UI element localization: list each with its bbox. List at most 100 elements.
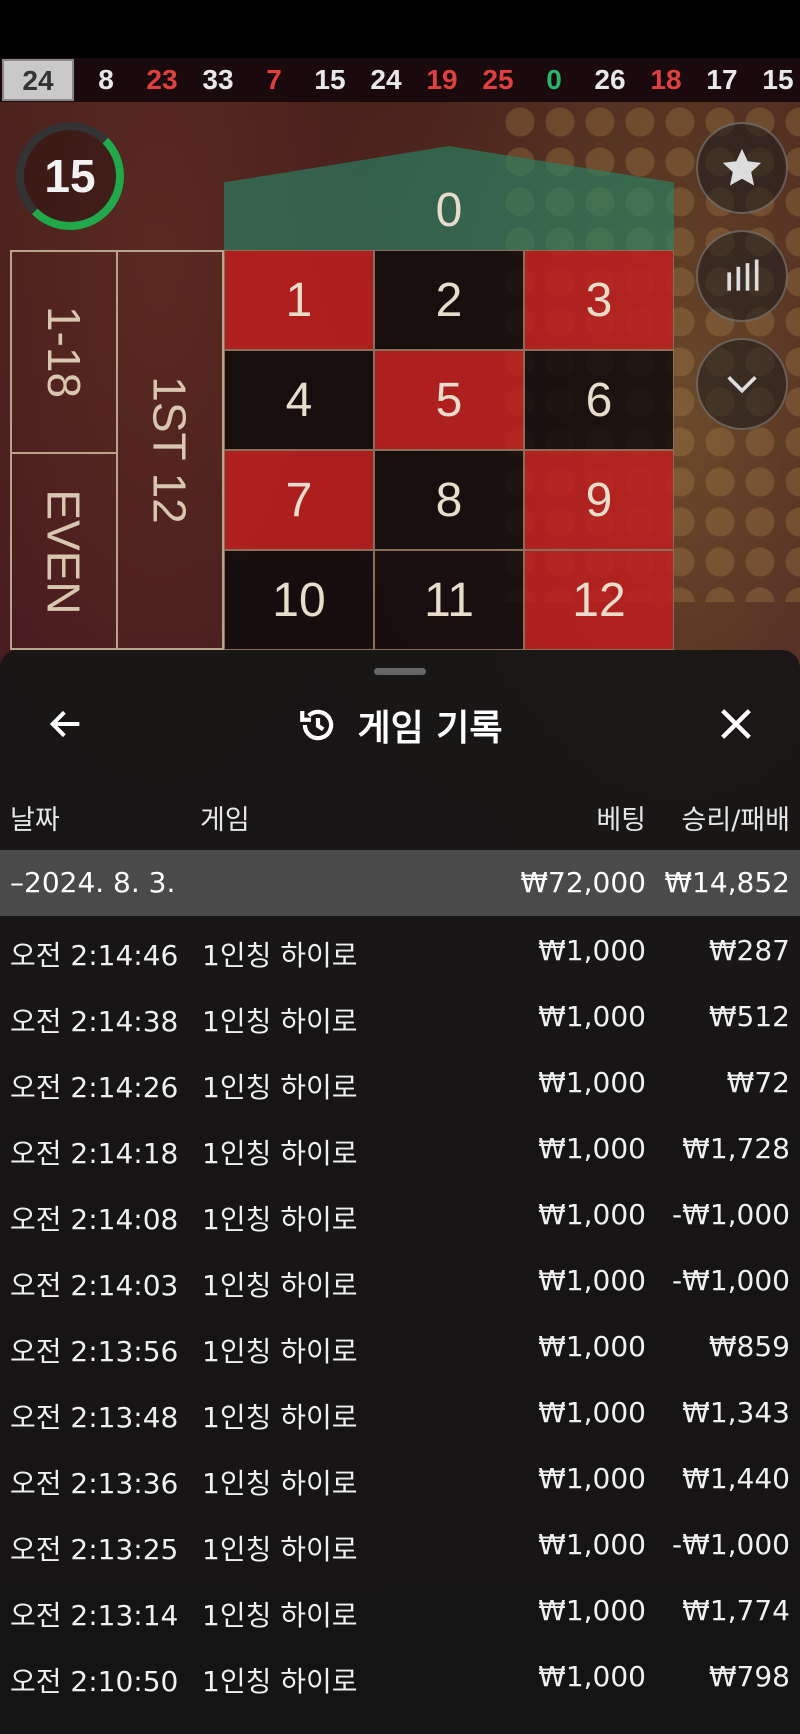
- history-result: 15: [314, 64, 346, 95]
- game-history-sheet: 게임 기록 날짜 게임 베팅 승리/패배 –2024. 8. 3. ₩72,00…: [0, 650, 800, 1734]
- history-row[interactable]: 오전 2:13:14 1인칭 하이로 ₩1,000 ₩1,774: [0, 1576, 800, 1642]
- sheet-title-text: 게임 기록: [357, 708, 503, 749]
- bet-number-cell[interactable]: 5: [374, 350, 524, 450]
- bet-even[interactable]: EVEN: [12, 452, 116, 652]
- history-row[interactable]: 오전 2:14:46 1인칭 하이로 ₩1,000 ₩287: [0, 916, 800, 982]
- row-result: ₩1,440: [682, 1462, 790, 1495]
- row-bet: ₩1,000: [538, 1264, 646, 1297]
- bet-number-cell[interactable]: 1: [224, 250, 374, 350]
- row-bet: ₩1,000: [538, 1594, 646, 1627]
- date-group-date: –2024. 8. 3.: [10, 866, 176, 899]
- row-result: ₩72: [726, 1066, 790, 1099]
- sheet-drag-handle[interactable]: [374, 668, 426, 675]
- row-bet: ₩1,000: [538, 1198, 646, 1231]
- row-result: ₩287: [708, 934, 790, 967]
- latest-result: 24: [2, 59, 74, 101]
- bet-1st-12[interactable]: 1ST 12: [118, 250, 224, 650]
- bet-number-cell[interactable]: 10: [224, 550, 374, 650]
- row-bet: ₩1,000: [538, 1660, 646, 1693]
- history-row[interactable]: 오전 2:10:50 1인칭 하이로 ₩1,000 ₩798: [0, 1642, 800, 1708]
- row-result: ₩1,728: [682, 1132, 790, 1165]
- bet-number-cell[interactable]: 7: [224, 450, 374, 550]
- row-game: 1인칭 하이로: [202, 1335, 358, 1368]
- row-game: 1인칭 하이로: [202, 1269, 358, 1302]
- history-result: 26: [594, 64, 626, 95]
- row-time: 오전 2:14:18: [10, 1137, 179, 1170]
- history-result: 15: [762, 64, 794, 95]
- row-time: 오전 2:13:36: [10, 1467, 179, 1500]
- row-bet: ₩1,000: [538, 1066, 646, 1099]
- history-row[interactable]: 오전 2:13:25 1인칭 하이로 ₩1,000 -₩1,000: [0, 1510, 800, 1576]
- countdown-timer: 15: [16, 122, 124, 230]
- row-result: -₩1,000: [672, 1528, 790, 1561]
- bet-number-cell[interactable]: 8: [374, 450, 524, 550]
- history-result: 24: [370, 64, 402, 95]
- bet-1-18-label: 1-18: [37, 305, 90, 399]
- column-result: 승리/패배: [681, 805, 790, 836]
- date-group-bet-total: ₩72,000: [520, 866, 646, 899]
- history-result: 7: [266, 64, 282, 95]
- history-result: 17: [706, 64, 738, 95]
- history-row[interactable]: 오전 2:14:26 1인칭 하이로 ₩1,000 ₩72: [0, 1048, 800, 1114]
- bet-zero-label: 0: [435, 183, 463, 237]
- collapse-button[interactable]: [696, 338, 788, 430]
- bars-icon: [727, 259, 759, 291]
- history-result: 18: [650, 64, 682, 95]
- close-icon: [721, 709, 751, 739]
- sheet-header: 게임 기록: [0, 690, 800, 760]
- column-bet: 베팅: [596, 805, 646, 836]
- row-game: 1인칭 하이로: [202, 1005, 358, 1038]
- bet-number-cell[interactable]: 4: [224, 350, 374, 450]
- history-row[interactable]: 오전 2:14:18 1인칭 하이로 ₩1,000 ₩1,728: [0, 1114, 800, 1180]
- row-time: 오전 2:14:46: [10, 939, 179, 972]
- row-bet: ₩1,000: [538, 1330, 646, 1363]
- sheet-title: 게임 기록: [0, 690, 800, 760]
- column-date: 날짜: [10, 805, 60, 836]
- outside-bets-column: 1-18 EVEN: [10, 250, 118, 650]
- bet-number-cell[interactable]: 9: [524, 450, 674, 550]
- bet-number-cell[interactable]: 2: [374, 250, 524, 350]
- history-row[interactable]: 오전 2:13:48 1인칭 하이로 ₩1,000 ₩1,343: [0, 1378, 800, 1444]
- number-grid: 1 2 3 4 5 6 7 8 9 10 11 12: [224, 250, 674, 650]
- column-headers: 날짜 게임 베팅 승리/패배: [0, 790, 800, 840]
- row-result: ₩1,343: [682, 1396, 790, 1429]
- row-time: 오전 2:14:38: [10, 1005, 179, 1038]
- row-game: 1인칭 하이로: [202, 1203, 358, 1236]
- star-icon: [722, 148, 762, 186]
- row-time: 오전 2:13:48: [10, 1401, 179, 1434]
- row-game: 1인칭 하이로: [202, 1401, 358, 1434]
- bet-number-cell[interactable]: 11: [374, 550, 524, 650]
- row-game: 1인칭 하이로: [202, 1665, 358, 1698]
- history-icon: [300, 709, 334, 741]
- result-history-strip: 24 8 23 33 7 15 24 19 25 0 26 18 17 15: [0, 58, 800, 102]
- bet-even-label: EVEN: [38, 489, 91, 615]
- close-button[interactable]: [708, 696, 764, 752]
- statistics-button[interactable]: [696, 230, 788, 322]
- history-result: 25: [482, 64, 514, 95]
- bet-number-cell[interactable]: 12: [524, 550, 674, 650]
- column-game: 게임: [200, 805, 250, 836]
- bet-1-18[interactable]: 1-18: [12, 252, 116, 454]
- row-game: 1인칭 하이로: [202, 1467, 358, 1500]
- date-group-row[interactable]: –2024. 8. 3. ₩72,000 ₩14,852: [0, 850, 800, 916]
- row-game: 1인칭 하이로: [202, 1137, 358, 1170]
- bet-1st-12-label: 1ST 12: [144, 376, 197, 524]
- row-game: 1인칭 하이로: [202, 1071, 358, 1104]
- history-row[interactable]: 오전 2:13:56 1인칭 하이로 ₩1,000 ₩859: [0, 1312, 800, 1378]
- row-result: ₩512: [708, 1000, 790, 1033]
- bet-number-cell[interactable]: 6: [524, 350, 674, 450]
- row-result: ₩798: [708, 1660, 790, 1693]
- row-bet: ₩1,000: [538, 1000, 646, 1033]
- history-result: 23: [146, 64, 178, 95]
- bet-number-cell[interactable]: 3: [524, 250, 674, 350]
- history-row[interactable]: 오전 2:14:03 1인칭 하이로 ₩1,000 -₩1,000: [0, 1246, 800, 1312]
- timer-value: 15: [44, 150, 96, 202]
- row-time: 오전 2:14:26: [10, 1071, 179, 1104]
- row-result: ₩1,774: [682, 1594, 790, 1627]
- history-result: 33: [202, 64, 234, 95]
- history-result: 8: [98, 64, 114, 95]
- favorite-button[interactable]: [696, 122, 788, 214]
- history-row[interactable]: 오전 2:14:08 1인칭 하이로 ₩1,000 -₩1,000: [0, 1180, 800, 1246]
- history-row[interactable]: 오전 2:14:38 1인칭 하이로 ₩1,000 ₩512: [0, 982, 800, 1048]
- history-row[interactable]: 오전 2:13:36 1인칭 하이로 ₩1,000 ₩1,440: [0, 1444, 800, 1510]
